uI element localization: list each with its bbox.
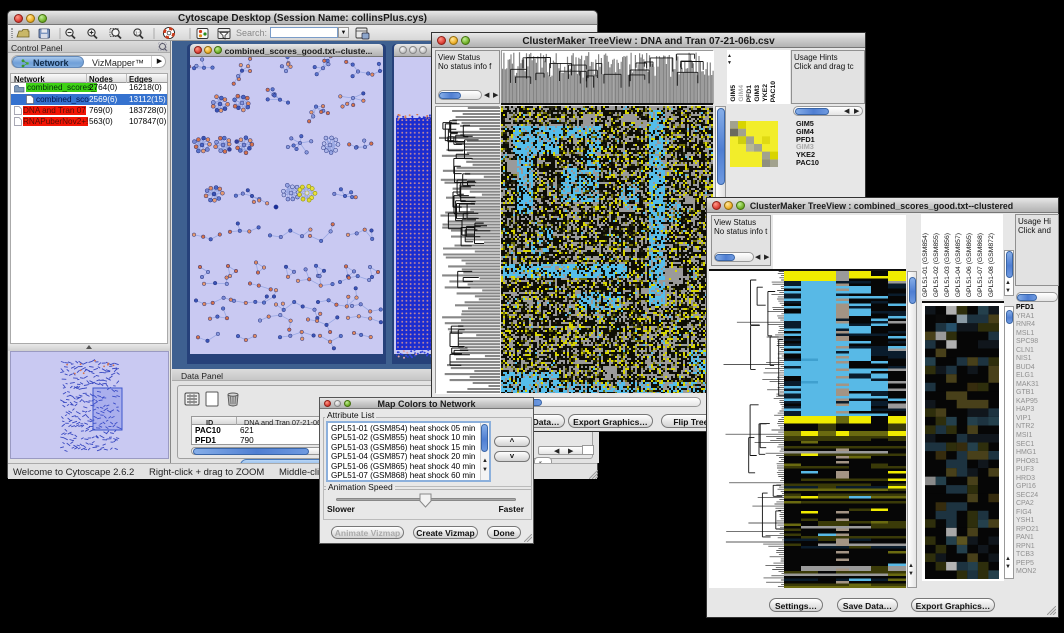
svg-text:1:1: 1:1 xyxy=(135,30,142,35)
